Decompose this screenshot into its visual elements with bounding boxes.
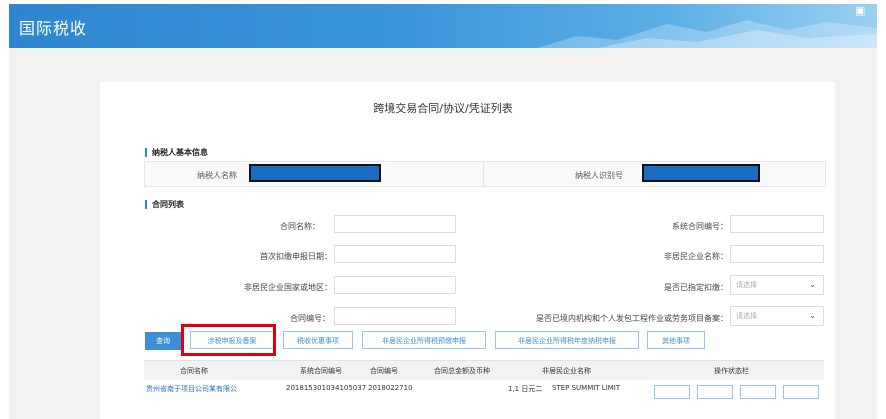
contract-no-cell: 2018022710 [368, 384, 413, 392]
nonresident-name-input[interactable] [730, 245, 824, 263]
first-withholding-date-label: 首次扣缴申报日期： [260, 252, 332, 261]
header-decoration [537, 20, 877, 48]
app-title: 国际税收 [19, 19, 88, 38]
col-contract-name: 合同名称 [180, 367, 208, 375]
col-amount-currency: 合同总金额及币种 [434, 367, 490, 375]
designated-withholding-label: 是否已指定扣缴： [664, 283, 728, 292]
select-placeholder: 请选择 [736, 281, 757, 289]
contract-no-label: 合同编号： [290, 314, 330, 323]
taxpayer-info-row: 纳税人名称 纳税人识别号 [144, 161, 826, 187]
contract-name-input[interactable] [334, 215, 456, 233]
col-contract-no: 合同编号 [370, 367, 398, 375]
nonresident-name-cell: STEP SUMMIT LIMIT [552, 384, 621, 392]
designated-withholding-select[interactable]: 请选择 ⌄ [730, 275, 824, 295]
section-basic-info: 纳税人基本信息 [145, 148, 208, 157]
operation-button[interactable] [783, 385, 819, 399]
nonresident-name-label: 非居民企业名称： [664, 252, 728, 261]
operation-button[interactable] [654, 385, 690, 399]
contract-no-input[interactable] [334, 307, 456, 325]
window-corner-icon[interactable]: ▣ [855, 4, 877, 20]
annual-filing-button[interactable]: 非居民企业所得税年度纳税申报 [495, 331, 639, 349]
taxpayer-id-redacted [642, 164, 760, 182]
table-row: 贵州省南于项目公司某有限公 201815301034105037 2018022… [144, 380, 824, 419]
other-matters-button[interactable]: 其他事项 [647, 331, 705, 349]
prepaid-filing-button[interactable]: 非居民企业所得税预缴申报 [362, 331, 486, 349]
page-title: 跨境交易合同/协议/凭证列表 [373, 102, 513, 115]
taxpayer-id-label: 纳税人识别号 [575, 171, 623, 180]
taxpayer-name-label: 纳税人名称 [197, 171, 237, 180]
contract-name-link[interactable]: 贵州省南于项目公司某有限公 [146, 384, 261, 394]
nonresident-country-input[interactable] [334, 276, 456, 294]
system-contract-no-label: 系统合同编号： [672, 222, 728, 231]
nonresident-country-label: 非居民企业国家或地区： [244, 283, 332, 292]
col-nonresident-name: 非居民企业名称 [542, 367, 591, 375]
first-withholding-date-input[interactable] [334, 245, 456, 263]
col-operation-status: 操作状态栏 [714, 367, 749, 375]
chevron-down-icon: ⌄ [809, 280, 816, 289]
section-contract-list: 合同列表 [145, 200, 184, 209]
operation-button[interactable] [740, 385, 776, 399]
tax-preference-button[interactable]: 税收优惠事项 [283, 331, 353, 349]
chevron-down-icon: ⌄ [809, 311, 816, 320]
filed-domestic-select[interactable]: 请选择 ⌄ [730, 306, 824, 326]
select-placeholder: 请选择 [736, 312, 757, 320]
filed-domestic-label: 是否已境内机构和个人发包工程作业或劳务项目备案： [536, 314, 728, 323]
operation-button[interactable] [697, 385, 733, 399]
app-header: 国际税收 [9, 4, 877, 48]
table-header: 合同名称 系统合同编号 合同编号 合同总金额及币种 非居民企业名称 操作状态栏 [144, 360, 824, 381]
system-contract-no-input[interactable] [730, 215, 824, 233]
system-contract-no-cell: 201815301034105037 [286, 384, 367, 392]
divider [483, 162, 484, 186]
taxpayer-name-redacted [249, 164, 381, 182]
amount-cell: 1,1 日元二 [508, 385, 543, 393]
highlight-box [181, 324, 276, 356]
contract-name-label: 合同名称： [280, 222, 320, 231]
col-system-contract-no: 系统合同编号 [300, 367, 342, 375]
query-button[interactable]: 查询 [145, 332, 181, 350]
